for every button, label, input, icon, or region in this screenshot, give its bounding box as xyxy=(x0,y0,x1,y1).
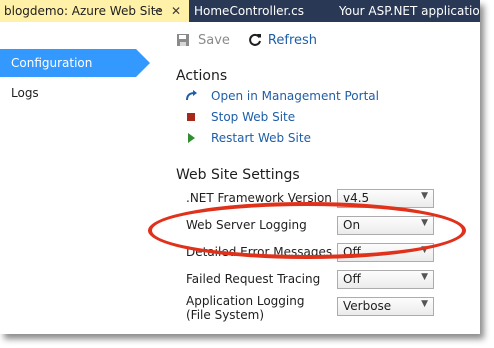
tab-azure-web-site[interactable]: blogdemo: Azure Web Site ⊸ ✕ xyxy=(0,0,189,22)
web-site-settings-heading: Web Site Settings xyxy=(176,167,300,183)
setting-label-application-logging: Application Logging (File System) xyxy=(186,294,305,322)
left-navigation: Configuration Logs xyxy=(0,22,162,334)
close-icon[interactable]: ✕ xyxy=(171,0,181,22)
document-tab-strip: blogdemo: Azure Web Site ⊸ ✕ HomeControl… xyxy=(0,0,480,22)
chevron-down-icon: ▼ xyxy=(421,272,428,282)
tab-homecontroller[interactable]: HomeController.cs xyxy=(194,0,304,22)
chevron-down-icon: ▼ xyxy=(421,299,428,309)
failed-request-tracing-select[interactable]: Off ▼ xyxy=(337,270,434,289)
action-label: Open in Management Portal xyxy=(211,89,379,103)
nav-item-label: Configuration xyxy=(11,56,93,70)
nav-item-configuration[interactable]: Configuration xyxy=(0,49,136,77)
tab-label: Your ASP.NET application xyxy=(339,4,480,18)
save-button[interactable]: Save xyxy=(176,33,230,48)
tab-label: HomeController.cs xyxy=(194,4,305,18)
open-management-portal-link[interactable]: Open in Management Portal xyxy=(184,89,379,103)
refresh-label: Refresh xyxy=(267,32,318,48)
refresh-icon xyxy=(249,33,261,46)
restart-web-site-link[interactable]: Restart Web Site xyxy=(184,131,311,145)
chevron-down-icon: ▼ xyxy=(421,191,428,201)
action-label: Stop Web Site xyxy=(211,110,296,124)
window-frame: blogdemo: Azure Web Site ⊸ ✕ HomeControl… xyxy=(0,0,480,334)
stop-icon xyxy=(187,113,195,121)
tab-aspnet-application[interactable]: Your ASP.NET application xyxy=(339,0,480,22)
play-icon xyxy=(188,133,195,143)
action-label: Restart Web Site xyxy=(211,131,311,145)
save-label: Save xyxy=(198,32,230,48)
setting-label-failed-request-tracing: Failed Request Tracing xyxy=(186,272,321,286)
select-value: Verbose xyxy=(343,299,392,313)
pin-icon[interactable]: ⊸ xyxy=(153,0,162,22)
configuration-panel: Save Refresh Actions Open in Management … xyxy=(148,22,480,334)
tab-label: blogdemo: Azure Web Site xyxy=(4,4,163,18)
highlight-callout-ellipse xyxy=(148,202,466,259)
nav-item-logs[interactable]: Logs xyxy=(11,86,39,100)
actions-heading: Actions xyxy=(176,68,228,84)
application-logging-select[interactable]: Verbose ▼ xyxy=(337,297,434,316)
refresh-button[interactable]: Refresh xyxy=(248,33,317,48)
save-icon xyxy=(177,34,189,46)
open-portal-icon xyxy=(186,90,197,101)
stop-web-site-link[interactable]: Stop Web Site xyxy=(184,110,295,124)
nav-selection-arrow xyxy=(136,49,150,77)
toolbar: Save Refresh xyxy=(176,30,335,50)
select-value: Off xyxy=(343,272,361,286)
